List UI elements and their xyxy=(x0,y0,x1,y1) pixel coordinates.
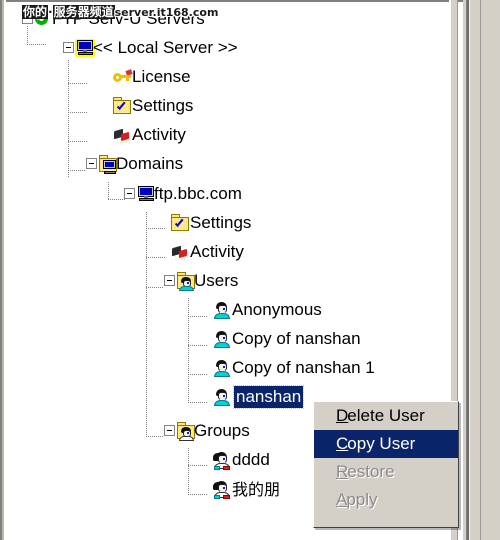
watermark-url: server.it168.com xyxy=(114,6,219,19)
watermark-dot: · xyxy=(48,5,53,19)
tree-node-label: Activity xyxy=(132,125,186,144)
expander-minus-icon[interactable] xyxy=(164,275,175,286)
expander-minus-icon[interactable] xyxy=(164,425,175,436)
group-icon xyxy=(212,480,232,499)
panel-top-edge xyxy=(0,0,463,2)
local-server-icon xyxy=(75,39,95,58)
expander-minus-icon[interactable] xyxy=(86,158,97,169)
menu-item-copy-user[interactable]: Copy User xyxy=(314,430,458,458)
window-chrome-right xyxy=(458,0,500,540)
groups-folder-icon xyxy=(176,422,196,441)
tree-line xyxy=(188,374,208,375)
user-icon xyxy=(212,301,232,320)
tree-line xyxy=(188,448,189,494)
tree-line xyxy=(188,402,208,403)
tree-node-label: Groups xyxy=(194,421,250,440)
tree-node-label: << Local Server >> xyxy=(93,38,238,57)
user-icon xyxy=(212,388,232,407)
tree-node-label: Copy of nanshan 1 xyxy=(232,358,375,377)
domain-computer-icon xyxy=(136,185,156,204)
group-icon xyxy=(212,451,232,470)
tree-line xyxy=(68,170,86,171)
user-context-menu[interactable]: Delete User Copy User Restore Apply xyxy=(313,401,459,528)
key-icon xyxy=(112,68,133,87)
settings-folder-icon xyxy=(170,214,190,233)
tree-node-label: Anonymous xyxy=(232,300,322,319)
menu-item-label: opy User xyxy=(347,434,416,453)
tree-node-label-selected[interactable]: nanshan xyxy=(232,385,305,409)
tree-line xyxy=(146,436,164,437)
activity-icon xyxy=(112,126,132,145)
menu-item-label: elete User xyxy=(347,406,425,425)
tree-node-label: Copy of nanshan xyxy=(232,329,361,348)
expander-minus-icon[interactable] xyxy=(63,42,74,53)
tree-line xyxy=(146,257,166,258)
domains-folder-icon xyxy=(98,155,118,174)
tree-node-label: Users xyxy=(194,271,239,290)
tree-line xyxy=(27,44,47,45)
tree-line xyxy=(188,345,208,346)
tree-line xyxy=(146,287,164,288)
user-icon xyxy=(212,359,232,378)
settings-folder-icon xyxy=(112,97,132,116)
menu-item-delete-user[interactable]: Delete User xyxy=(314,402,458,430)
tree-line xyxy=(68,60,69,177)
tree-line xyxy=(27,26,28,44)
watermark-cjk-2: 服务器频道 xyxy=(52,5,115,19)
tree-line xyxy=(108,199,126,200)
tree-line xyxy=(188,494,208,495)
tree-line xyxy=(188,298,189,403)
expander-minus-icon[interactable] xyxy=(124,188,135,199)
menu-item-label: estore xyxy=(347,462,395,481)
tree-node-label: ftp.bbc.com xyxy=(154,184,242,203)
tree-node-label: License xyxy=(132,67,191,86)
tree-line xyxy=(68,112,88,113)
tree-node-label: dddd xyxy=(232,450,270,469)
tree-line xyxy=(68,141,88,142)
watermark-cjk-1: 你的 xyxy=(22,5,49,19)
tree-line xyxy=(188,316,208,317)
application-window: FTP Serv-U Servers << Local Server >> Li… xyxy=(0,0,500,540)
tree-node-label: Domains xyxy=(116,154,184,173)
tree-line xyxy=(108,182,109,200)
tree-node-label: 我的朋 xyxy=(232,480,281,499)
panel-left-highlight xyxy=(4,0,6,540)
users-folder-icon xyxy=(176,272,196,291)
tree-node-label: Activity xyxy=(190,242,244,261)
tree-line xyxy=(68,83,88,84)
tree-line xyxy=(146,228,166,229)
menu-item-apply[interactable]: Apply xyxy=(314,486,458,514)
watermark-overlay: 你的·服务器频道server.it168.com xyxy=(22,3,218,20)
menu-item-restore[interactable]: Restore xyxy=(314,458,458,486)
user-icon xyxy=(212,330,232,349)
tree-line xyxy=(188,465,208,466)
tree-node-label: Settings xyxy=(132,96,194,115)
activity-icon xyxy=(170,243,190,262)
tree-line xyxy=(146,212,147,437)
menu-item-label: pply xyxy=(346,490,378,509)
tree-node-label: Settings xyxy=(190,213,252,232)
